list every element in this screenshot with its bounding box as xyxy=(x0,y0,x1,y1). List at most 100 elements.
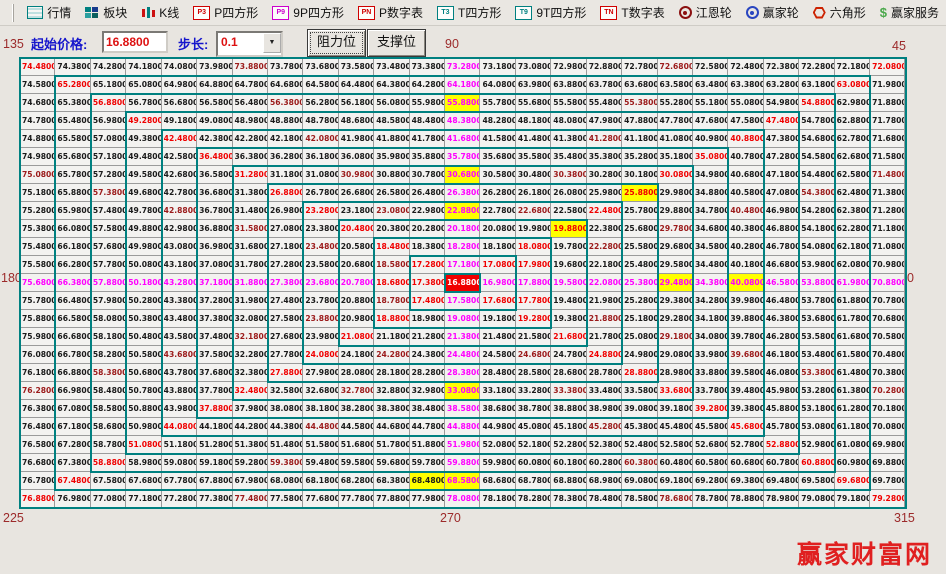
price-cell-33.0800[interactable]: 33.0800(163 xyxy=(445,382,480,400)
price-cell-36.3800[interactable]: 36.3800(196 xyxy=(233,148,268,166)
price-cell-21.2800[interactable]: 21.2800(45 xyxy=(410,328,445,346)
price-cell-64.5800[interactable]: 64.5800(478 xyxy=(303,76,338,94)
price-cell-63.3800[interactable]: 63.3800(466 xyxy=(728,76,763,94)
price-cell-27.1800[interactable]: 27.1800(104 xyxy=(268,238,303,256)
price-cell-71.9800[interactable]: 71.9800(552 xyxy=(870,76,905,94)
price-cell-78.6800[interactable]: 78.6800(619 xyxy=(658,490,693,508)
price-cell-78.9800[interactable]: 78.9800(622 xyxy=(764,490,799,508)
price-cell-46.3800[interactable]: 46.3800(296 xyxy=(764,310,799,328)
price-cell-68.5800[interactable]: 68.5800(518 xyxy=(445,472,480,490)
price-cell-65.7800[interactable]: 65.7800(490 xyxy=(55,166,90,184)
price-cell-24.0800[interactable]: 24.0800(73 xyxy=(303,346,338,364)
price-cell-67.2800[interactable]: 67.2800(505 xyxy=(55,436,90,454)
price-cell-33.7800[interactable]: 33.7800(170 xyxy=(693,382,728,400)
price-cell-72.2800[interactable]: 72.2800(555 xyxy=(799,58,834,76)
price-cell-50.2800[interactable]: 50.2800(335 xyxy=(126,292,161,310)
price-cell-35.6800[interactable]: 35.6800(189 xyxy=(480,148,515,166)
price-cell-43.9800[interactable]: 43.9800(272 xyxy=(162,400,197,418)
price-cell-39.2800[interactable]: 39.2800(225 xyxy=(693,400,728,418)
price-cell-59.9800[interactable]: 59.9800(432 xyxy=(480,454,515,472)
price-cell-42.3800[interactable]: 42.3800(256 xyxy=(197,130,232,148)
price-cell-76.0800[interactable]: 76.0800(593 xyxy=(20,346,55,364)
price-cell-47.1800[interactable]: 47.1800(304 xyxy=(764,166,799,184)
price-cell-30.0800[interactable]: 30.0800(133 xyxy=(658,166,693,184)
price-cell-72.7800[interactable]: 72.7800(560 xyxy=(622,58,657,76)
price-cell-41.6800[interactable]: 41.6800(249 xyxy=(445,130,480,148)
price-cell-50.3800[interactable]: 50.3800(336 xyxy=(126,310,161,328)
price-cell-36.8800[interactable]: 36.8800(201 xyxy=(197,220,232,238)
price-cell-25.1800[interactable]: 25.1800(84 xyxy=(622,310,657,328)
price-cell-43.3800[interactable]: 43.3800(266 xyxy=(162,292,197,310)
price-cell-47.5800[interactable]: 47.5800(308 xyxy=(728,112,763,130)
price-cell-39.0800[interactable]: 39.0800(223 xyxy=(622,400,657,418)
price-cell-51.7800[interactable]: 51.7800(350 xyxy=(374,436,409,454)
price-cell-57.9800[interactable]: 57.9800(412 xyxy=(91,292,126,310)
price-cell-23.5800[interactable]: 23.5800(68 xyxy=(303,256,338,274)
price-cell-78.2800[interactable]: 78.2800(615 xyxy=(516,490,551,508)
price-cell-66.3800[interactable]: 66.3800(496 xyxy=(55,274,90,292)
price-cell-19.8800[interactable]: 19.8800(31 xyxy=(551,220,586,238)
price-cell-24.4800[interactable]: 24.4800(77 xyxy=(445,346,480,364)
price-cell-51.4800[interactable]: 51.4800(347 xyxy=(268,436,303,454)
price-cell-16.8800[interactable]: 16.8800(1 xyxy=(445,274,480,292)
price-cell-48.7800[interactable]: 48.7800(320 xyxy=(303,112,338,130)
price-cell-49.8800[interactable]: 49.8800(331 xyxy=(126,220,161,238)
price-cell-35.8800[interactable]: 35.8800(191 xyxy=(410,148,445,166)
price-cell-19.7800[interactable]: 19.7800(30 xyxy=(551,238,586,256)
price-cell-51.2800[interactable]: 51.2800(345 xyxy=(197,436,232,454)
price-cell-50.8800[interactable]: 50.8800(341 xyxy=(126,400,161,418)
price-cell-33.4800[interactable]: 33.4800(167 xyxy=(587,382,622,400)
price-cell-46.8800[interactable]: 46.8800(301 xyxy=(764,220,799,238)
price-cell-40.7800[interactable]: 40.7800(240 xyxy=(728,148,763,166)
price-cell-47.2800[interactable]: 47.2800(305 xyxy=(764,148,799,166)
price-cell-21.3800[interactable]: 21.3800(46 xyxy=(445,328,480,346)
price-cell-30.3800[interactable]: 30.3800(136 xyxy=(551,166,586,184)
price-cell-51.5800[interactable]: 51.5800(348 xyxy=(303,436,338,454)
price-cell-20.8800[interactable]: 20.8800(41 xyxy=(339,292,374,310)
price-cell-45.6800[interactable]: 45.6800(289 xyxy=(728,418,763,436)
price-cell-62.0800[interactable]: 62.0800(453 xyxy=(835,256,870,274)
price-cell-40.3800[interactable]: 40.3800(236 xyxy=(728,220,763,238)
price-cell-55.7800[interactable]: 55.7800(390 xyxy=(480,94,515,112)
price-cell-42.7800[interactable]: 42.7800(260 xyxy=(162,184,197,202)
price-cell-29.6800[interactable]: 29.6800(129 xyxy=(658,238,693,256)
price-cell-48.8800[interactable]: 48.8800(321 xyxy=(268,112,303,130)
price-cell-37.4800[interactable]: 37.4800(207 xyxy=(197,328,232,346)
price-cell-41.2800[interactable]: 41.2800(245 xyxy=(587,130,622,148)
price-cell-21.6800[interactable]: 21.6800(49 xyxy=(551,328,586,346)
price-cell-18.3800[interactable]: 18.3800(16 xyxy=(410,238,445,256)
price-cell-31.6800[interactable]: 31.6800(149 xyxy=(233,238,268,256)
price-cell-42.6800[interactable]: 42.6800(259 xyxy=(162,166,197,184)
price-cell-53.0800[interactable]: 53.0800(363 xyxy=(799,418,834,436)
price-cell-65.1800[interactable]: 65.1800(484 xyxy=(91,76,126,94)
price-cell-29.8800[interactable]: 29.8800(131 xyxy=(658,202,693,220)
price-cell-61.8800[interactable]: 61.8800(451 xyxy=(835,292,870,310)
price-cell-23.0800[interactable]: 23.0800(63 xyxy=(374,202,409,220)
price-cell-30.2800[interactable]: 30.2800(135 xyxy=(587,166,622,184)
price-cell-55.8800[interactable]: 55.8800(391 xyxy=(445,94,480,112)
price-cell-22.8800[interactable]: 22.8800(61 xyxy=(445,202,480,220)
price-cell-49.0800[interactable]: 49.0800(323 xyxy=(197,112,232,130)
price-cell-23.6800[interactable]: 23.6800(69 xyxy=(303,274,338,292)
price-cell-77.9800[interactable]: 77.9800(612 xyxy=(410,490,445,508)
price-cell-22.3800[interactable]: 22.3800(56 xyxy=(587,220,622,238)
price-cell-70.4800[interactable]: 70.4800(537 xyxy=(870,346,905,364)
price-cell-56.9800[interactable]: 56.9800(402 xyxy=(91,112,126,130)
price-cell-23.1800[interactable]: 23.1800(64 xyxy=(339,202,374,220)
price-cell-24.3800[interactable]: 24.3800(76 xyxy=(410,346,445,364)
price-cell-78.3800[interactable]: 78.3800(616 xyxy=(551,490,586,508)
price-cell-57.5800[interactable]: 57.5800(408 xyxy=(91,220,126,238)
price-cell-59.7800[interactable]: 59.7800(430 xyxy=(410,454,445,472)
price-cell-21.0800[interactable]: 21.0800(43 xyxy=(339,328,374,346)
price-cell-62.6800[interactable]: 62.6800(459 xyxy=(835,148,870,166)
price-cell-60.6800[interactable]: 60.6800(439 xyxy=(728,454,763,472)
price-cell-66.2800[interactable]: 66.2800(495 xyxy=(55,256,90,274)
price-cell-69.4800[interactable]: 69.4800(527 xyxy=(764,472,799,490)
price-cell-34.8800[interactable]: 34.8800(181 xyxy=(693,184,728,202)
price-cell-37.3800[interactable]: 37.3800(206 xyxy=(197,310,232,328)
price-cell-33.6800[interactable]: 33.6800(169 xyxy=(658,382,693,400)
price-cell-53.5800[interactable]: 53.5800(368 xyxy=(799,328,834,346)
price-cell-68.1800[interactable]: 68.1800(514 xyxy=(303,472,338,490)
price-cell-30.7800[interactable]: 30.7800(140 xyxy=(410,166,445,184)
price-cell-32.2800[interactable]: 32.2800(155 xyxy=(233,346,268,364)
